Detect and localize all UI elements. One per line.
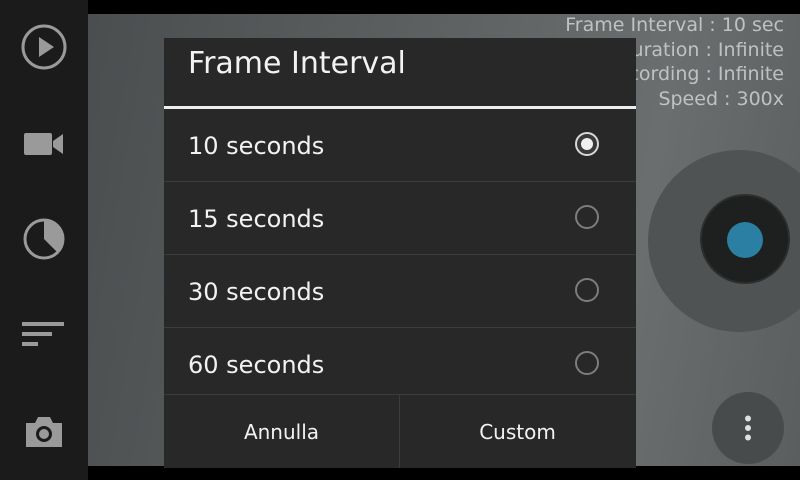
option-15-seconds[interactable]: 15 seconds (164, 183, 636, 255)
sidebar-item-photo[interactable] (14, 402, 74, 462)
title-divider (164, 106, 636, 109)
frame-interval-dialog: Frame Interval 10 seconds 15 seconds 30 … (164, 38, 636, 468)
option-label: 60 seconds (188, 351, 325, 379)
sidebar (0, 0, 88, 480)
option-60-seconds[interactable]: 60 seconds (164, 329, 636, 401)
radio-unselected-icon[interactable] (575, 351, 599, 375)
sidebar-item-timer[interactable] (14, 209, 74, 269)
option-label: 10 seconds (188, 132, 325, 160)
sidebar-item-play[interactable] (14, 17, 74, 77)
custom-button[interactable]: Custom (400, 395, 635, 468)
photo-camera-icon (26, 417, 62, 447)
timer-pie-icon (23, 218, 65, 260)
option-label: 15 seconds (188, 205, 325, 233)
cancel-button[interactable]: Annulla (164, 395, 399, 468)
more-button[interactable] (712, 392, 784, 464)
radio-unselected-icon[interactable] (575, 205, 599, 229)
radio-unselected-icon[interactable] (575, 278, 599, 302)
dialog-title: Frame Interval (188, 46, 406, 81)
dialog-actions: Annulla Custom (164, 394, 636, 468)
play-icon (21, 24, 67, 70)
radio-selected-icon[interactable] (575, 132, 599, 156)
option-10-seconds[interactable]: 10 seconds (164, 110, 636, 182)
more-vertical-icon (745, 415, 751, 441)
bottom-black-bar (0, 466, 800, 480)
info-frame-interval: Frame Interval : 10 sec (565, 14, 784, 36)
video-camera-icon (24, 133, 63, 155)
top-black-bar (0, 0, 800, 14)
option-label: 30 seconds (188, 278, 325, 306)
sidebar-item-sort[interactable] (14, 305, 74, 365)
sidebar-item-video[interactable] (14, 114, 74, 174)
option-30-seconds[interactable]: 30 seconds (164, 256, 636, 328)
camera-screen: Frame Interval : 10 sec uration : Infini… (0, 0, 800, 480)
sort-lines-icon (22, 322, 64, 346)
shutter-indicator (727, 222, 763, 258)
